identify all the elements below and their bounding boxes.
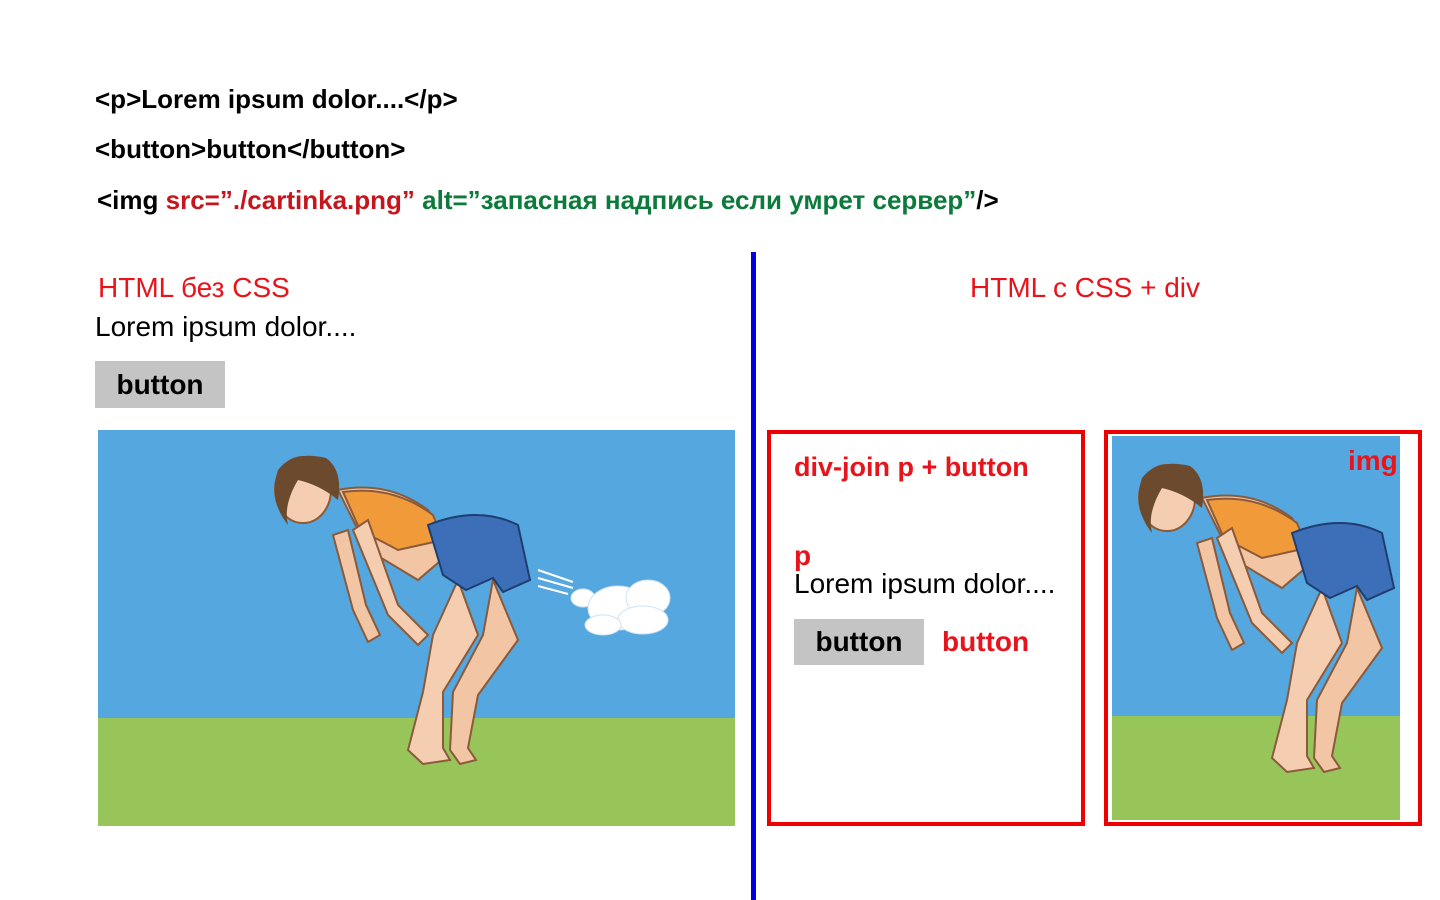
code-button-line: <button>button</button> xyxy=(95,134,406,164)
code-img-src-attr: src=”./cartinka.png” xyxy=(165,185,415,215)
code-p-line: <p>Lorem ipsum dolor....</p> xyxy=(95,84,458,114)
button-annotation: button xyxy=(942,626,1030,657)
right-image xyxy=(1112,436,1400,820)
code-img-close: /> xyxy=(976,185,999,215)
code-img-line: <img src=”./cartinka.png” alt=”запасная … xyxy=(97,185,999,216)
div-box-label: div-join p + button xyxy=(794,452,1029,482)
woman-illustration xyxy=(98,430,735,826)
vertical-divider xyxy=(751,252,756,900)
right-section-title: HTML с CSS + div xyxy=(970,272,1201,303)
code-img-open: <img xyxy=(97,185,166,215)
woman-illustration-cropped xyxy=(1112,436,1400,820)
left-section-title: HTML без CSS xyxy=(98,272,290,303)
left-image xyxy=(98,430,735,826)
code-img-alt-attr: alt=”запасная надпись если умрет сервер” xyxy=(414,185,977,215)
right-demo-button[interactable]: button xyxy=(794,619,924,665)
img-annotation: img xyxy=(1348,445,1398,476)
left-paragraph: Lorem ipsum dolor.... xyxy=(95,311,357,342)
left-demo-button[interactable]: button xyxy=(95,361,225,408)
right-paragraph: Lorem ipsum dolor.... xyxy=(794,568,1056,599)
